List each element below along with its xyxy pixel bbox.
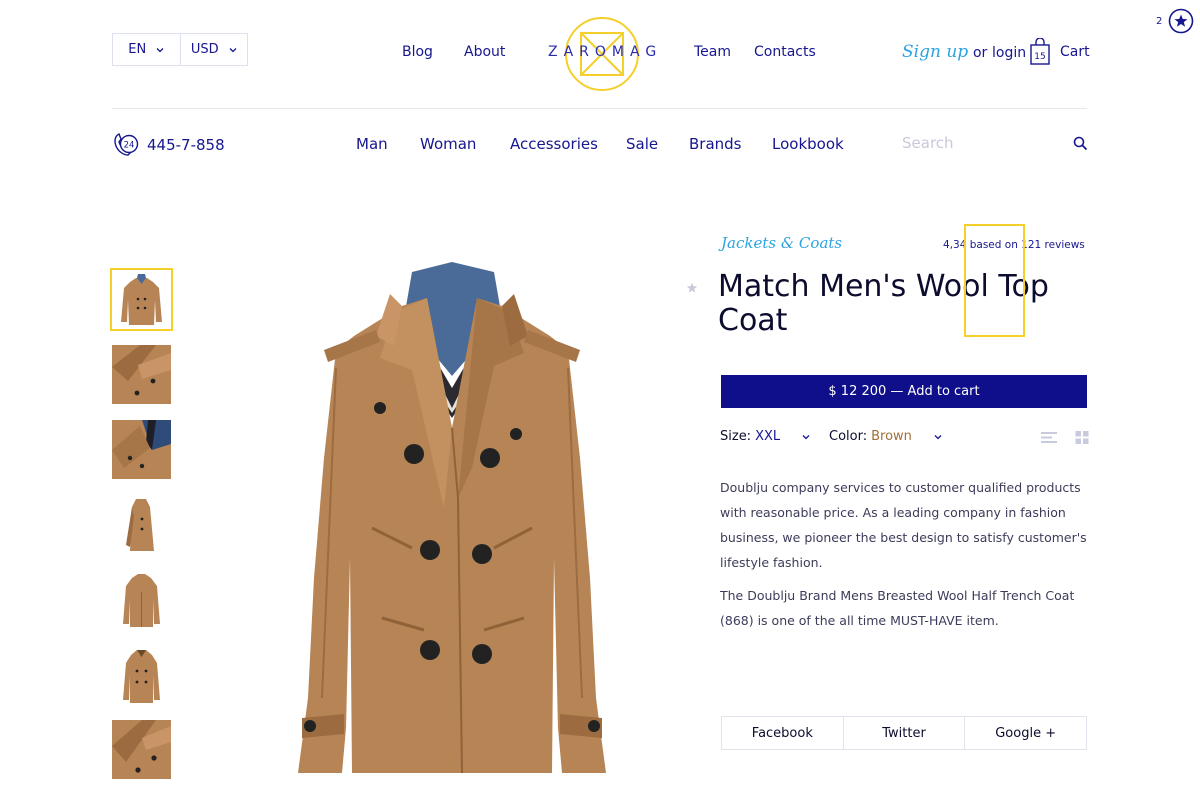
share-twitter-button[interactable]: Twitter: [842, 717, 965, 749]
phone-badge: 24: [124, 141, 135, 151]
search-icon[interactable]: [1073, 136, 1088, 151]
thumbnail-back[interactable]: [112, 570, 171, 629]
chevron-down-icon: [156, 47, 164, 52]
thumbnail-collar[interactable]: [112, 420, 171, 479]
category-woman[interactable]: Woman: [420, 135, 476, 153]
category-accessories[interactable]: Accessories: [510, 135, 598, 153]
cart-count: 15: [1034, 52, 1045, 62]
category-link[interactable]: Jackets & Coats: [721, 234, 842, 252]
cart-label: Cart: [1060, 44, 1090, 60]
or-text: or: [972, 45, 988, 61]
coat-buttons-thumbnail-icon: [112, 720, 171, 779]
nav-about[interactable]: About: [464, 44, 505, 60]
thumbnail-buttons[interactable]: [112, 720, 171, 779]
logo[interactable]: ZAROMAG: [548, 14, 656, 94]
coat-front-alt-thumbnail-icon: [112, 645, 171, 704]
size-label: Size:: [720, 429, 752, 444]
phone-contact[interactable]: 24 445-7-858: [112, 131, 225, 158]
color-value: Brown: [871, 429, 912, 444]
auth-links: Sign up or login: [902, 42, 1026, 62]
rating-text: based on 121 reviews: [969, 239, 1085, 251]
list-view-icon[interactable]: [1041, 431, 1057, 444]
size-value: XXL: [755, 429, 781, 444]
currency-dropdown[interactable]: USD: [179, 34, 248, 65]
coat-front-thumbnail-icon: [112, 270, 171, 329]
chevron-down-icon: [802, 434, 810, 439]
share-facebook-button[interactable]: Facebook: [722, 717, 843, 749]
color-label: Color:: [829, 429, 868, 444]
phone-24-icon: 24: [114, 133, 139, 156]
category-brands[interactable]: Brands: [689, 135, 742, 153]
nav-contacts[interactable]: Contacts: [754, 44, 816, 60]
rating-summary[interactable]: 4,34 based on 121 reviews: [943, 239, 1085, 251]
thumbnail-lapel[interactable]: [112, 345, 171, 404]
product-description: Doublju company services to customer qua…: [720, 480, 1087, 570]
currency-value: USD: [190, 42, 219, 57]
share-bar: Facebook Twitter Google +: [721, 716, 1087, 750]
favorites-counter[interactable]: 2: [1156, 8, 1194, 34]
thumbnail-side[interactable]: [112, 495, 171, 554]
chevron-down-icon: [229, 47, 237, 52]
login-link[interactable]: login: [992, 45, 1026, 61]
product-title: Match Men's Wool Top Coat: [718, 269, 1049, 338]
color-selector[interactable]: Color: Brown: [829, 429, 942, 444]
thumbnail-front-alt[interactable]: [112, 645, 171, 704]
phone-number: 445-7-858: [147, 135, 225, 154]
sign-up-link[interactable]: Sign up: [902, 42, 968, 62]
category-lookbook[interactable]: Lookbook: [772, 135, 844, 153]
search-input[interactable]: [902, 134, 1072, 152]
add-to-cart-button[interactable]: $ 12 200 — Add to cart: [721, 375, 1087, 408]
star-circle-icon: [1169, 8, 1194, 34]
thumbnail-front[interactable]: [110, 268, 173, 331]
coat-lapel-thumbnail-icon: [112, 345, 171, 404]
favorites-count: 2: [1156, 15, 1163, 27]
logo-text: ZAROMAG: [548, 44, 663, 60]
category-sale[interactable]: Sale: [626, 135, 658, 153]
coat-back-thumbnail-icon: [112, 570, 171, 629]
shopping-bag-icon: 15: [1030, 38, 1050, 65]
product-description-extra: The Doublju Brand Mens Breasted Wool Hal…: [720, 588, 1075, 628]
grid-view-icon[interactable]: [1074, 431, 1090, 444]
chevron-down-icon: [934, 434, 942, 439]
language-dropdown[interactable]: EN: [113, 34, 180, 65]
cart-button[interactable]: 15 Cart: [1030, 37, 1090, 67]
locale-selector: EN USD: [112, 33, 248, 66]
coat-side-thumbnail-icon: [112, 495, 171, 554]
nav-team[interactable]: Team: [694, 44, 731, 60]
share-google-button[interactable]: Google +: [964, 717, 1086, 749]
language-value: EN: [128, 42, 147, 57]
size-selector[interactable]: Size: XXL: [720, 429, 810, 444]
rating-value: 4,34: [943, 239, 967, 251]
favorite-star-icon[interactable]: [686, 282, 698, 294]
category-man[interactable]: Man: [356, 135, 388, 153]
coat-collar-thumbnail-icon: [112, 420, 171, 479]
nav-blog[interactable]: Blog: [402, 44, 433, 60]
header-divider: [112, 108, 1087, 109]
coat-image: [298, 262, 606, 774]
